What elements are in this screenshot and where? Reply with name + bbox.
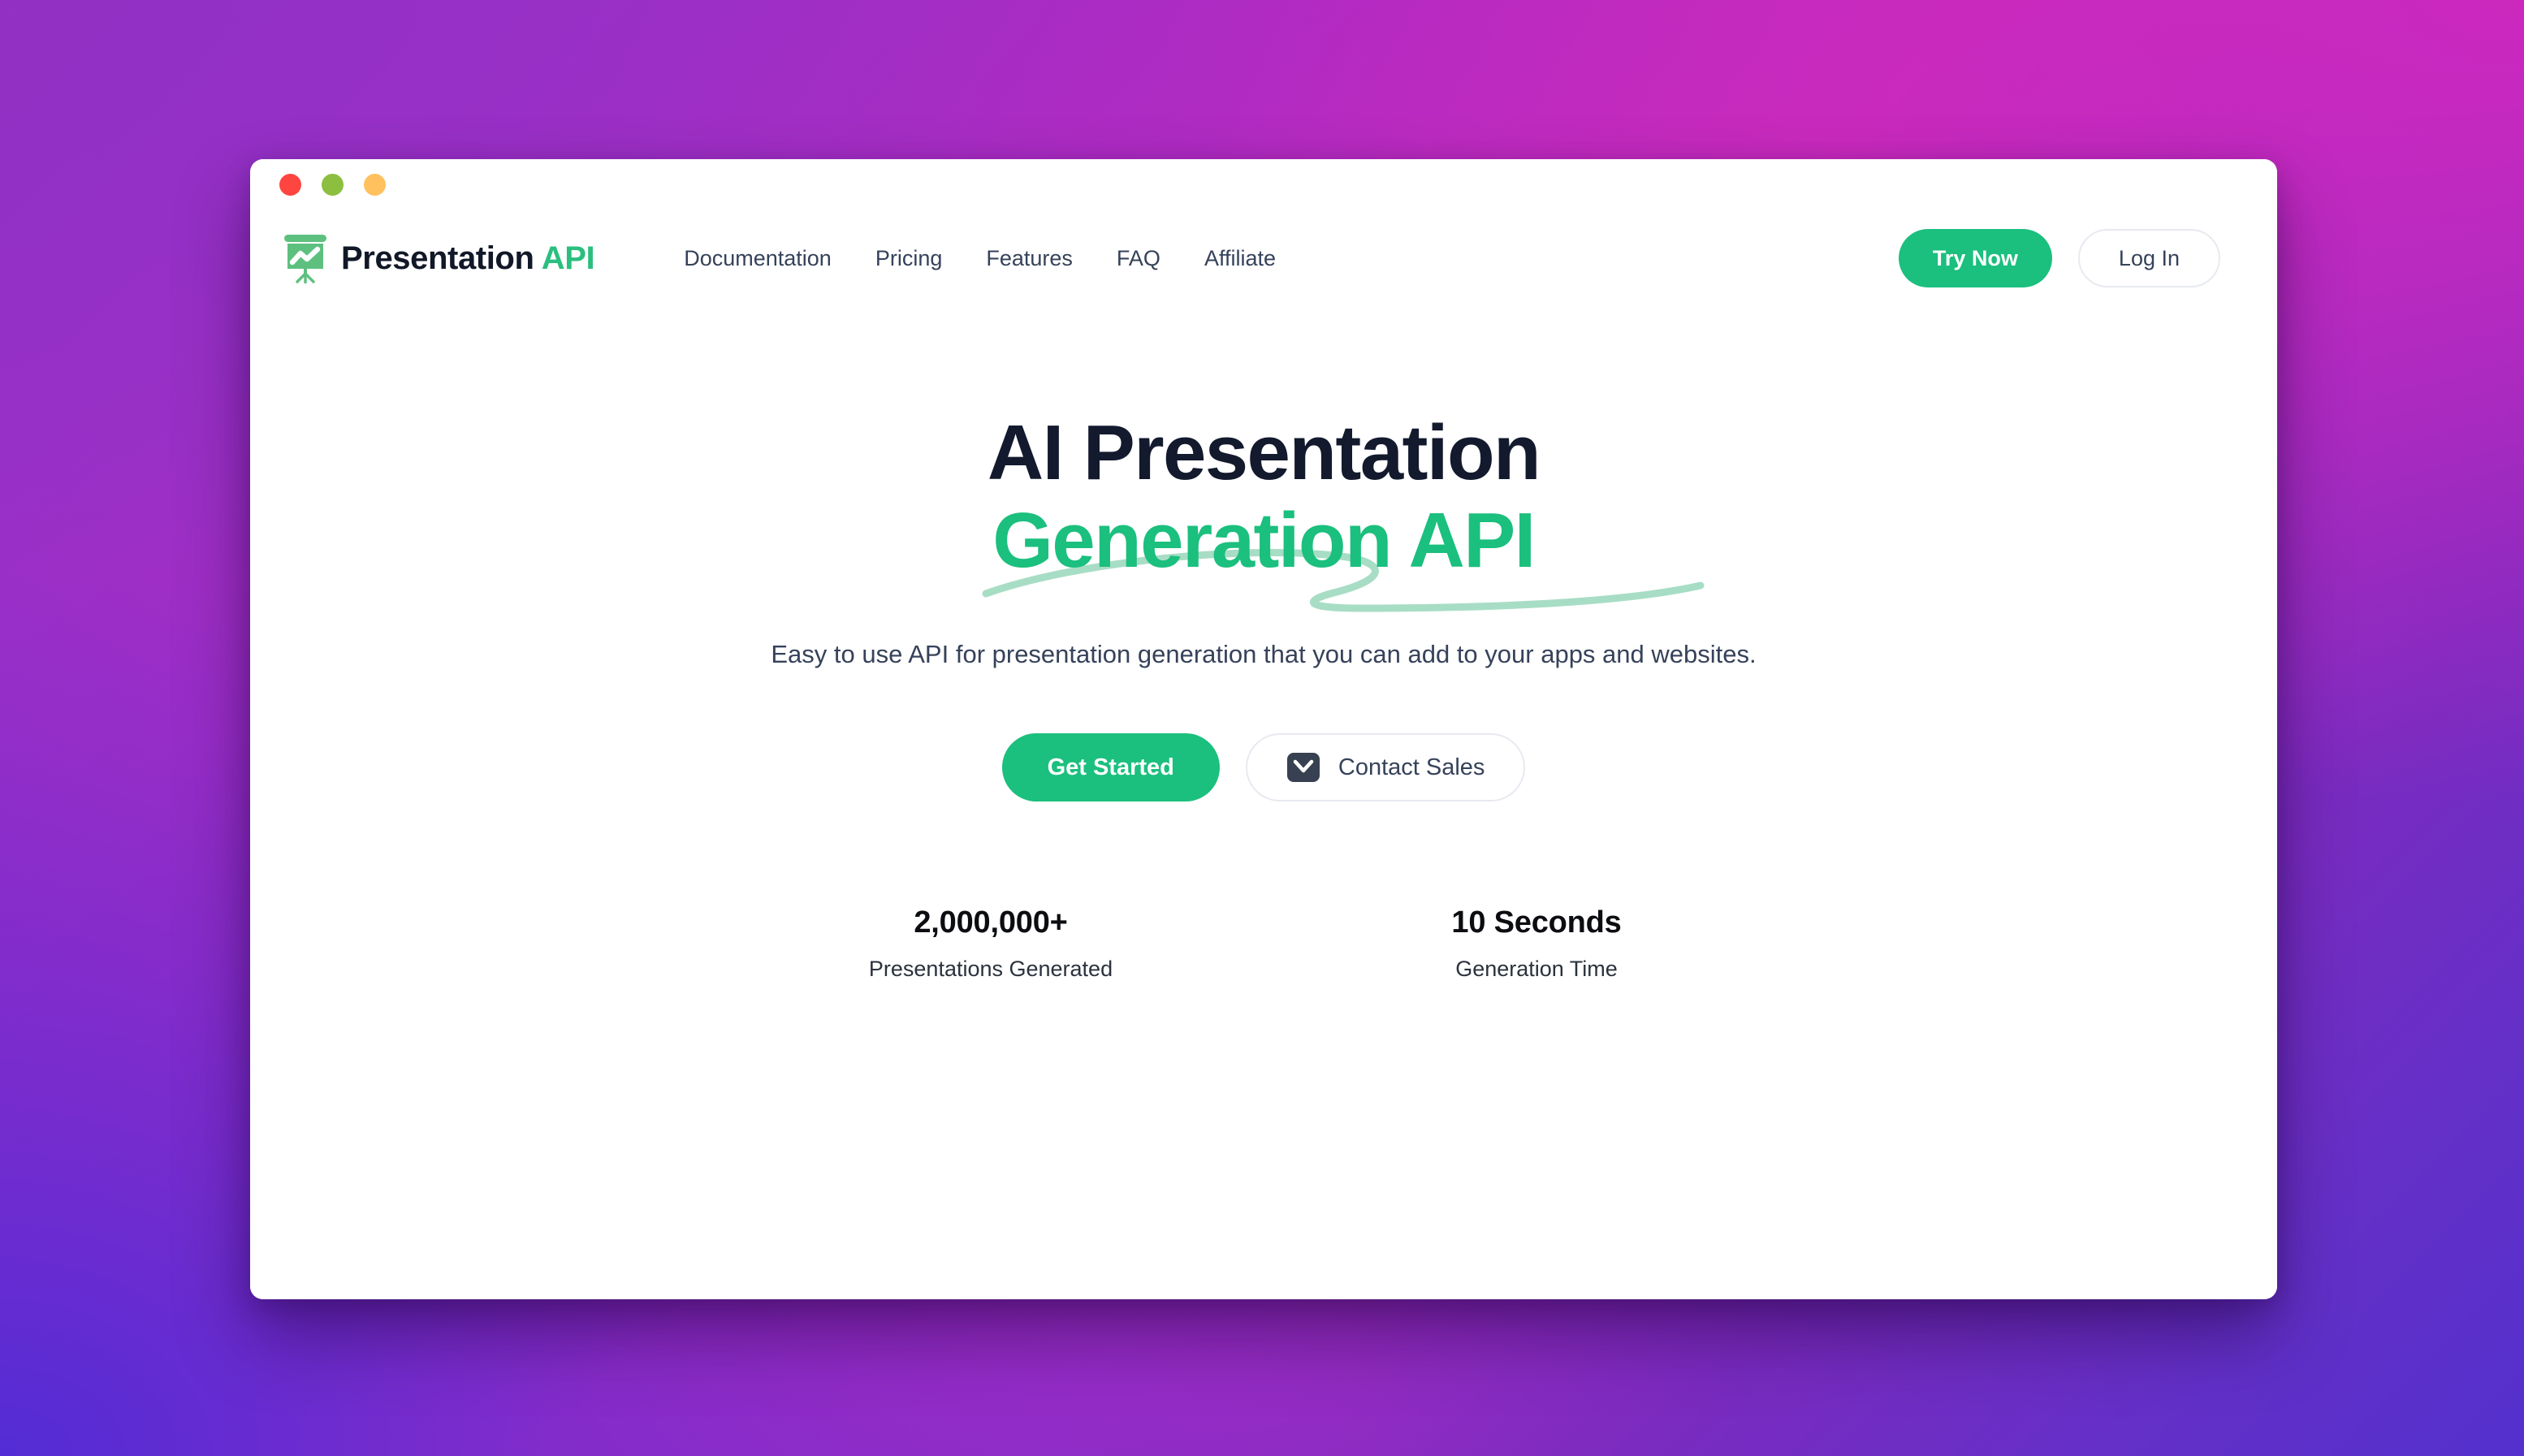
nav-item-faq[interactable]: FAQ [1117,246,1160,271]
stat-label: Generation Time [1455,957,1618,982]
contact-sales-button[interactable]: Contact Sales [1245,733,1526,802]
brand-name: Presentation API [341,240,595,277]
brand-name-main: Presentation [341,240,534,276]
nav-item-documentation[interactable]: Documentation [684,246,832,271]
stat-generation-time: 10 Seconds Generation Time [1264,905,1809,982]
hero-section: AI Presentation Generation API Easy to u… [250,307,2277,982]
nav-item-affiliate[interactable]: Affiliate [1204,246,1276,271]
headline-line-2-wrap: Generation API [982,497,1705,612]
envelope-icon [1286,753,1320,783]
minimize-window-button[interactable] [322,173,344,196]
hero-subtitle: Easy to use API for presentation generat… [771,639,1757,668]
nav-item-features[interactable]: Features [986,246,1073,271]
site-header: Presentation API Documentation Pricing F… [250,210,2277,307]
log-in-button[interactable]: Log In [2077,229,2220,287]
browser-window: Presentation API Documentation Pricing F… [250,159,2277,1299]
presentation-chart-icon [284,235,326,283]
hero-cta-row: Get Started Contact Sales [250,733,2277,802]
maximize-window-button[interactable] [364,173,386,196]
contact-sales-label: Contact Sales [1338,754,1485,780]
stat-presentations-generated: 2,000,000+ Presentations Generated [718,905,1264,982]
nav-item-pricing[interactable]: Pricing [875,246,943,271]
close-window-button[interactable] [279,173,301,196]
stat-value: 2,000,000+ [914,905,1068,940]
get-started-button[interactable]: Get Started [1001,733,1220,802]
window-titlebar [250,159,2277,210]
headline-line-1: AI Presentation [987,409,1541,496]
header-actions: Try Now Log In [1898,229,2220,287]
page-title: AI Presentation Generation API [250,409,2277,612]
headline-line-2: Generation API [992,497,1536,585]
page-content: Presentation API Documentation Pricing F… [250,210,2277,1299]
main-navigation: Documentation Pricing Features FAQ Affil… [684,246,1276,271]
try-now-button[interactable]: Try Now [1898,229,2052,287]
brand-name-accent: API [541,240,595,276]
stat-label: Presentations Generated [868,957,1113,982]
brand-logo[interactable]: Presentation API [283,233,595,283]
stats-row: 2,000,000+ Presentations Generated 10 Se… [250,905,2277,982]
stat-value: 10 Seconds [1451,905,1622,940]
